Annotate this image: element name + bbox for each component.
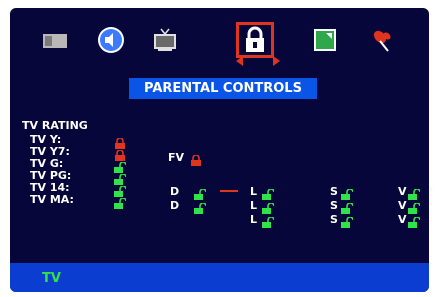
menu-icon-row [10, 8, 429, 68]
v-unlocked-icon[interactable] [408, 185, 421, 200]
l-unlocked-icon[interactable] [262, 199, 275, 214]
red-arrow-icon [220, 190, 238, 192]
fv-locked-icon[interactable] [190, 151, 202, 166]
speaker-icon[interactable] [92, 22, 130, 58]
camera-icon[interactable] [36, 22, 74, 58]
d-unlocked-icon[interactable] [194, 199, 207, 214]
unlocked-icon[interactable] [114, 170, 127, 185]
locked-icon[interactable] [114, 134, 126, 149]
d-unlocked-icon[interactable] [194, 185, 207, 200]
status-bar: TV [10, 263, 429, 292]
fv-label: FV [168, 151, 185, 164]
l-unlocked-icon[interactable] [262, 213, 275, 228]
v-unlocked-icon[interactable] [408, 199, 421, 214]
l-label-pg: L [250, 185, 258, 198]
v-label-ma: V [398, 213, 407, 226]
pin-icon[interactable] [364, 22, 402, 58]
page-title: PARENTAL CONTROLS [129, 78, 317, 99]
v-label-pg: V [398, 185, 407, 198]
picture-icon[interactable] [306, 22, 344, 58]
lock-icon[interactable] [236, 22, 274, 58]
s-unlocked-icon[interactable] [341, 199, 354, 214]
l-unlocked-icon[interactable] [262, 185, 275, 200]
v-label-14: V [398, 199, 407, 212]
unlocked-icon[interactable] [114, 182, 127, 197]
unlocked-icon[interactable] [114, 194, 127, 209]
left-arrow-icon [236, 56, 243, 66]
tv-icon[interactable] [146, 22, 184, 58]
status-text: TV [42, 271, 61, 286]
section-heading: TV RATING [22, 119, 88, 132]
s-label-pg: S [330, 185, 338, 198]
rating-label-tv-ma[interactable]: TV MA: [30, 194, 74, 206]
right-arrow-icon [273, 56, 280, 66]
l-label-14: L [250, 199, 258, 212]
d-label-pg: D [170, 185, 180, 198]
s-unlocked-icon[interactable] [341, 213, 354, 228]
v-unlocked-icon[interactable] [408, 213, 421, 228]
l-label-ma: L [250, 213, 258, 226]
s-label-14: S [330, 199, 338, 212]
locked-icon[interactable] [114, 146, 126, 161]
s-unlocked-icon[interactable] [341, 185, 354, 200]
d-label-14: D [170, 199, 180, 212]
parental-controls-screen: PARENTAL CONTROLS TV RATING TV Y: TV Y7:… [10, 8, 429, 292]
s-label-ma: S [330, 213, 338, 226]
unlocked-icon[interactable] [114, 158, 127, 173]
